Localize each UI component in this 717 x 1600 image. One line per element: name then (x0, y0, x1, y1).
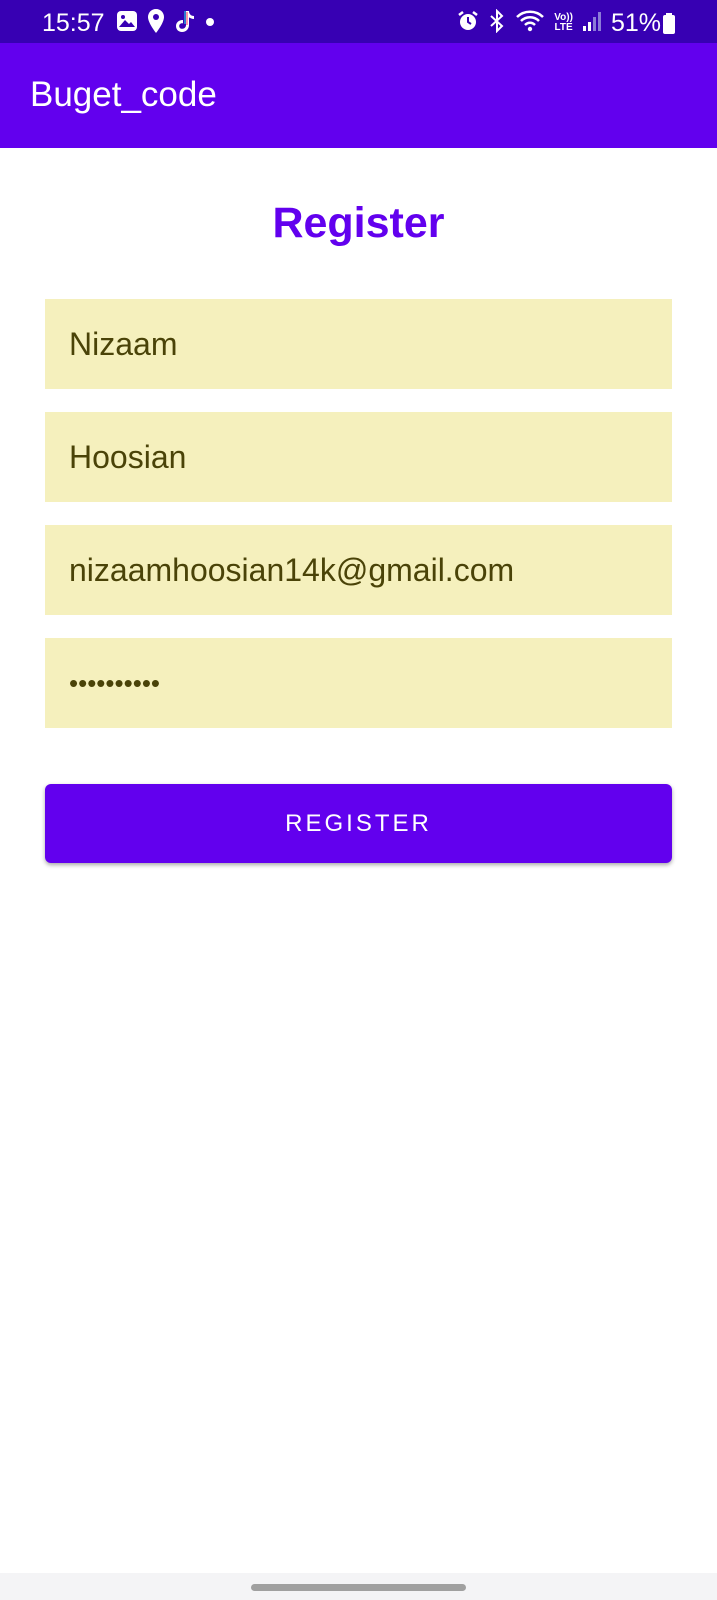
first-name-field[interactable]: Nizaam (45, 299, 672, 389)
status-time: 15:57 (42, 9, 105, 37)
page-title: Register (272, 199, 445, 247)
battery-percent: 51% (610, 9, 661, 37)
battery-icon (662, 13, 676, 40)
location-pin-icon (147, 8, 165, 39)
last-name-field[interactable]: Hoosian (45, 412, 672, 502)
tiktok-icon (174, 9, 196, 38)
status-system-icons: Vo)) LTE 51% (457, 8, 717, 38)
signal-icon (582, 10, 602, 37)
status-bar: 15:57 Vo)) LTE 51% (0, 0, 717, 43)
dot-icon (205, 14, 215, 32)
password-field[interactable]: •••••••••• (45, 638, 672, 728)
volte-icon: Vo)) LTE (554, 13, 573, 33)
app-bar: Buget_code (0, 43, 717, 148)
gallery-icon (116, 10, 138, 37)
wifi-icon (515, 10, 545, 37)
app-title: Buget_code (30, 75, 217, 114)
volte-label-bottom: LTE (554, 22, 573, 33)
register-button[interactable]: REGISTER (45, 784, 672, 863)
home-gesture-handle[interactable] (251, 1584, 466, 1591)
navigation-bar (0, 1573, 717, 1600)
status-notification-icons (116, 8, 215, 39)
email-field[interactable]: nizaamhoosian14k@gmail.com (45, 525, 672, 615)
alarm-icon (457, 10, 479, 37)
bluetooth-icon (488, 8, 506, 38)
